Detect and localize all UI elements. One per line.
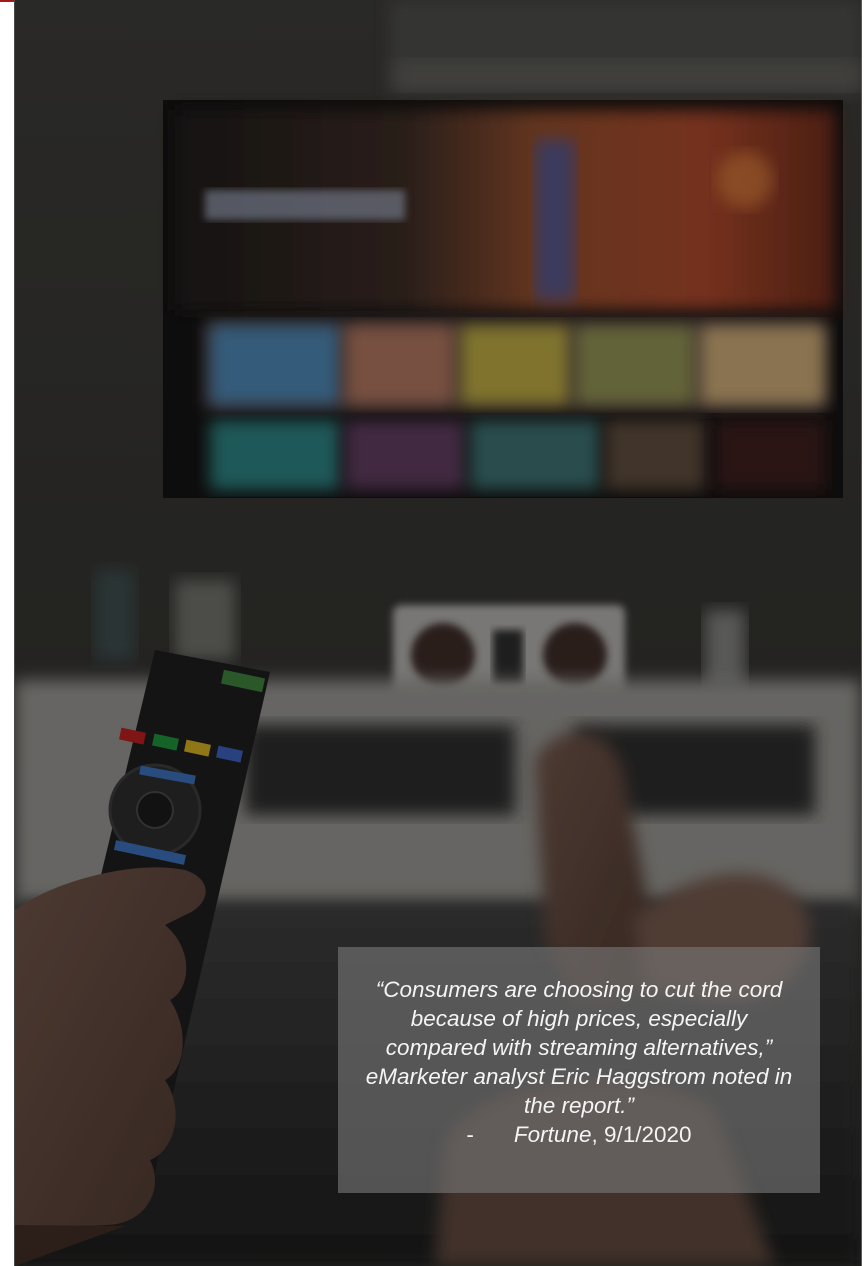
accent-line xyxy=(0,0,14,2)
background-photo: “Consumers are choosing to cut the cord … xyxy=(14,0,862,1266)
quote-dash: - xyxy=(466,1122,474,1147)
quote-source: - Fortune, 9/1/2020 xyxy=(362,1120,796,1149)
quote-box: “Consumers are choosing to cut the cord … xyxy=(338,947,820,1193)
quote-source-name: Fortune xyxy=(513,1122,592,1147)
quote-source-date: , 9/1/2020 xyxy=(591,1122,692,1147)
quote-text: “Consumers are choosing to cut the cord … xyxy=(365,977,793,1118)
